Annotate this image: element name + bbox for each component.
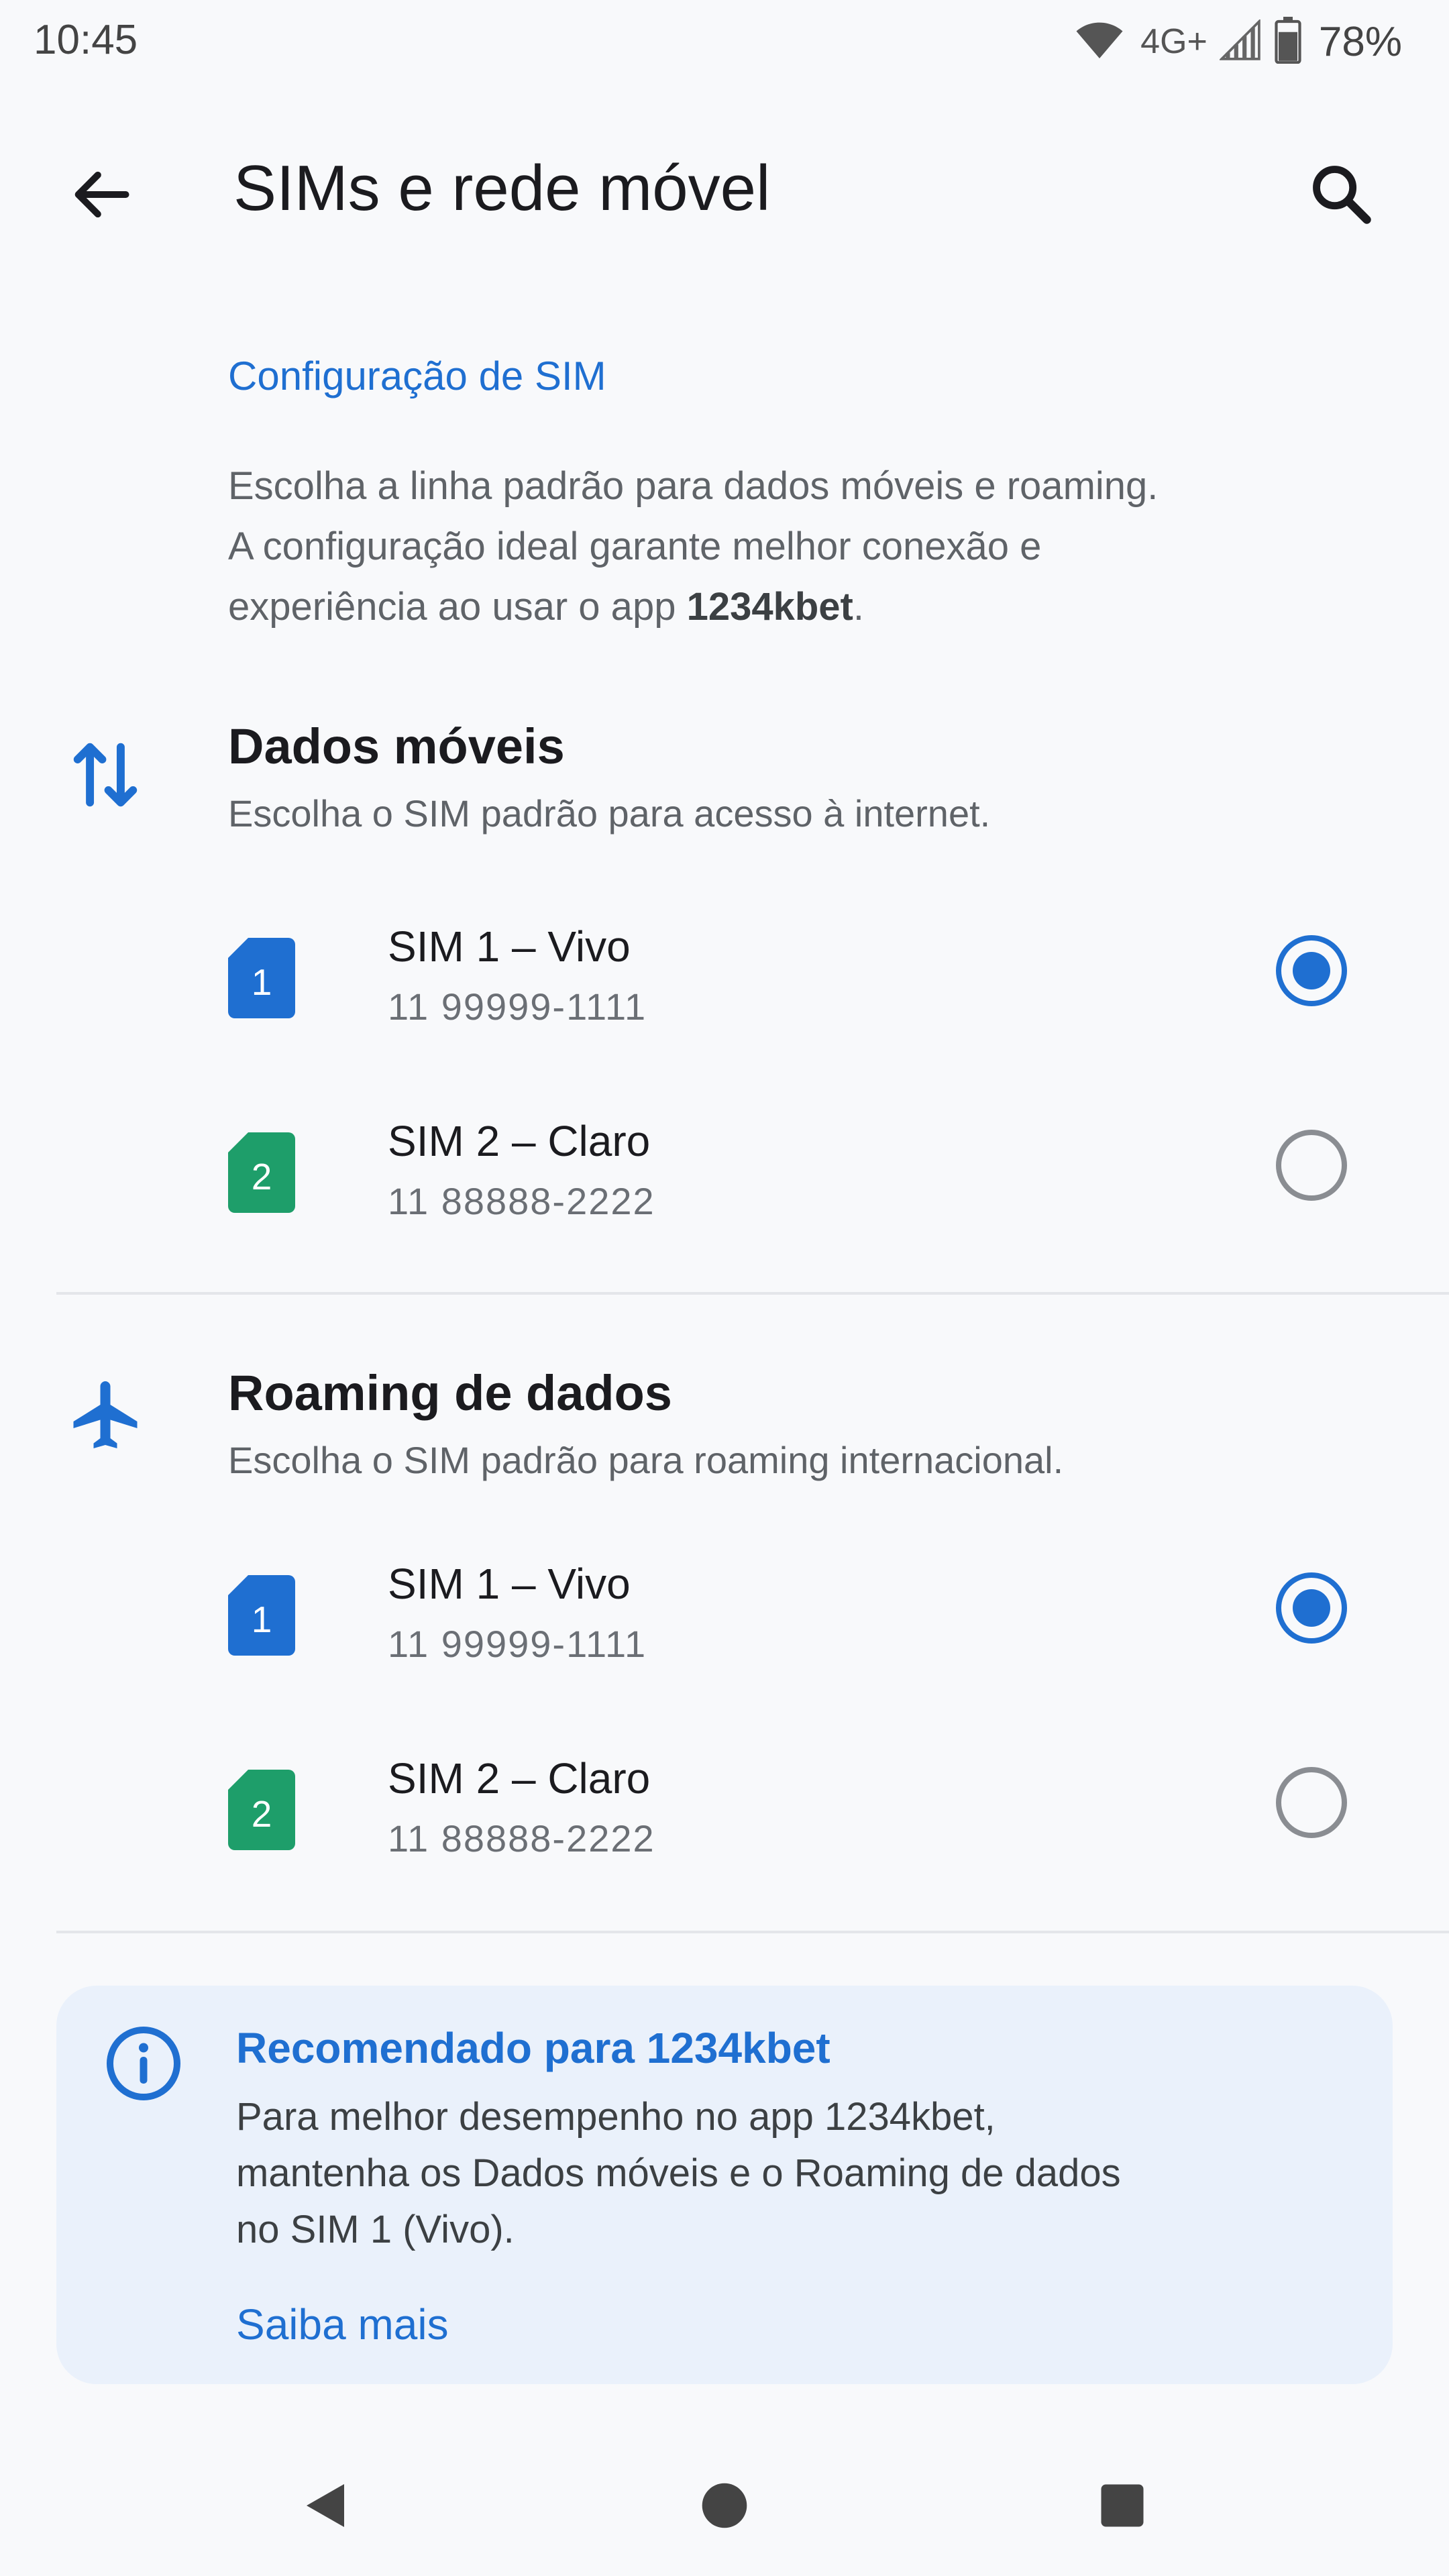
sim-number: 11 99999-1111 xyxy=(388,1623,647,1665)
back-button[interactable] xyxy=(54,148,148,241)
sim-option-row[interactable]: 1 SIM 1 – Vivo 11 99999-1111 xyxy=(0,1559,1449,1727)
battery-icon xyxy=(1273,16,1303,67)
nav-home-icon xyxy=(702,2483,747,2528)
airplane-icon xyxy=(62,1371,149,1458)
status-time: 10:45 xyxy=(34,17,138,63)
section-heading: Configuração de SIM xyxy=(228,354,606,398)
radio-unselected[interactable] xyxy=(1276,1130,1347,1201)
sim-number: 11 99999-1111 xyxy=(388,985,647,1028)
sim-name: SIM 2 – Claro xyxy=(388,1754,651,1803)
radio-selected[interactable] xyxy=(1276,1572,1347,1644)
sim-number: 11 88888-2222 xyxy=(388,1180,655,1222)
sim-number: 11 88888-2222 xyxy=(388,1817,655,1860)
intro-line: Escolha a linha padrão para dados móveis… xyxy=(228,464,1159,508)
network-type-label: 4G+ xyxy=(1140,22,1208,61)
signal-icon xyxy=(1218,18,1261,64)
sim-name: SIM 1 – Vivo xyxy=(388,1560,631,1608)
app-bar: SIMs e rede móvel xyxy=(0,121,1449,255)
learn-more-link[interactable]: Saiba mais xyxy=(236,2300,449,2349)
back-arrow-icon xyxy=(74,171,129,218)
wifi-icon xyxy=(1075,20,1124,64)
sims-network-screen: 10:45 4G+ 78% SIMs e rede móvel Configur… xyxy=(0,0,1449,2576)
svg-text:1: 1 xyxy=(252,1599,272,1640)
sim-card-icon: 1 xyxy=(228,1575,295,1656)
nav-home-button[interactable] xyxy=(681,2462,768,2549)
nav-recents-icon xyxy=(1101,2484,1144,2527)
intro-app-name: 1234kbet xyxy=(686,585,853,629)
info-icon xyxy=(107,2027,180,2100)
recommendation-card: Recomendado para 1234kbet Para melhor de… xyxy=(56,1986,1393,2384)
sim-option-row[interactable]: 2 SIM 2 – Claro 11 88888-2222 xyxy=(0,1754,1449,1921)
radio-selected[interactable] xyxy=(1276,935,1347,1006)
svg-text:2: 2 xyxy=(252,1793,272,1835)
intro-text: Escolha a linha padrão para dados móveis… xyxy=(228,456,1368,637)
radio-unselected[interactable] xyxy=(1276,1767,1347,1838)
divider xyxy=(56,1931,1449,1933)
sim-card-icon: 2 xyxy=(228,1770,295,1850)
divider xyxy=(56,1292,1449,1295)
svg-text:2: 2 xyxy=(252,1156,272,1197)
nav-back-icon xyxy=(307,2484,344,2527)
card-title: Recomendado para 1234kbet xyxy=(236,2024,830,2072)
group-subtitle: Escolha o SIM padrão para acesso à inter… xyxy=(228,792,991,835)
sim-option-row[interactable]: 1 SIM 1 – Vivo 11 99999-1111 xyxy=(0,922,1449,1089)
status-bar: 10:45 4G+ 78% xyxy=(0,0,1449,87)
sim-name: SIM 2 – Claro xyxy=(388,1117,651,1165)
battery-percent: 78% xyxy=(1318,18,1402,65)
sim-card-icon: 2 xyxy=(228,1132,295,1213)
svg-text:1: 1 xyxy=(252,961,272,1003)
group-title: Roaming de dados xyxy=(228,1365,672,1421)
group-subtitle: Escolha o SIM padrão para roaming intern… xyxy=(228,1439,1064,1481)
search-icon xyxy=(1313,166,1371,224)
page-title: SIMs e rede móvel xyxy=(233,152,771,224)
navigation-bar xyxy=(0,2435,1449,2576)
status-indicators: 4G+ 78% xyxy=(1075,15,1402,68)
intro-line: A configuração ideal garante melhor cone… xyxy=(228,525,1042,568)
intro-line: experiência ao usar o app 1234kbet. xyxy=(228,585,864,629)
nav-recents-button[interactable] xyxy=(1079,2462,1166,2549)
sim-name: SIM 1 – Vivo xyxy=(388,922,631,971)
card-body: Para melhor desempenho no app 1234kbet, … xyxy=(236,2095,1121,2251)
nav-back-button[interactable] xyxy=(282,2462,369,2549)
search-button[interactable] xyxy=(1295,148,1389,241)
swap-vertical-icon xyxy=(62,731,149,818)
group-title: Dados móveis xyxy=(228,718,565,774)
sim-option-row[interactable]: 2 SIM 2 – Claro 11 88888-2222 xyxy=(0,1116,1449,1284)
sim-card-icon: 1 xyxy=(228,938,295,1018)
